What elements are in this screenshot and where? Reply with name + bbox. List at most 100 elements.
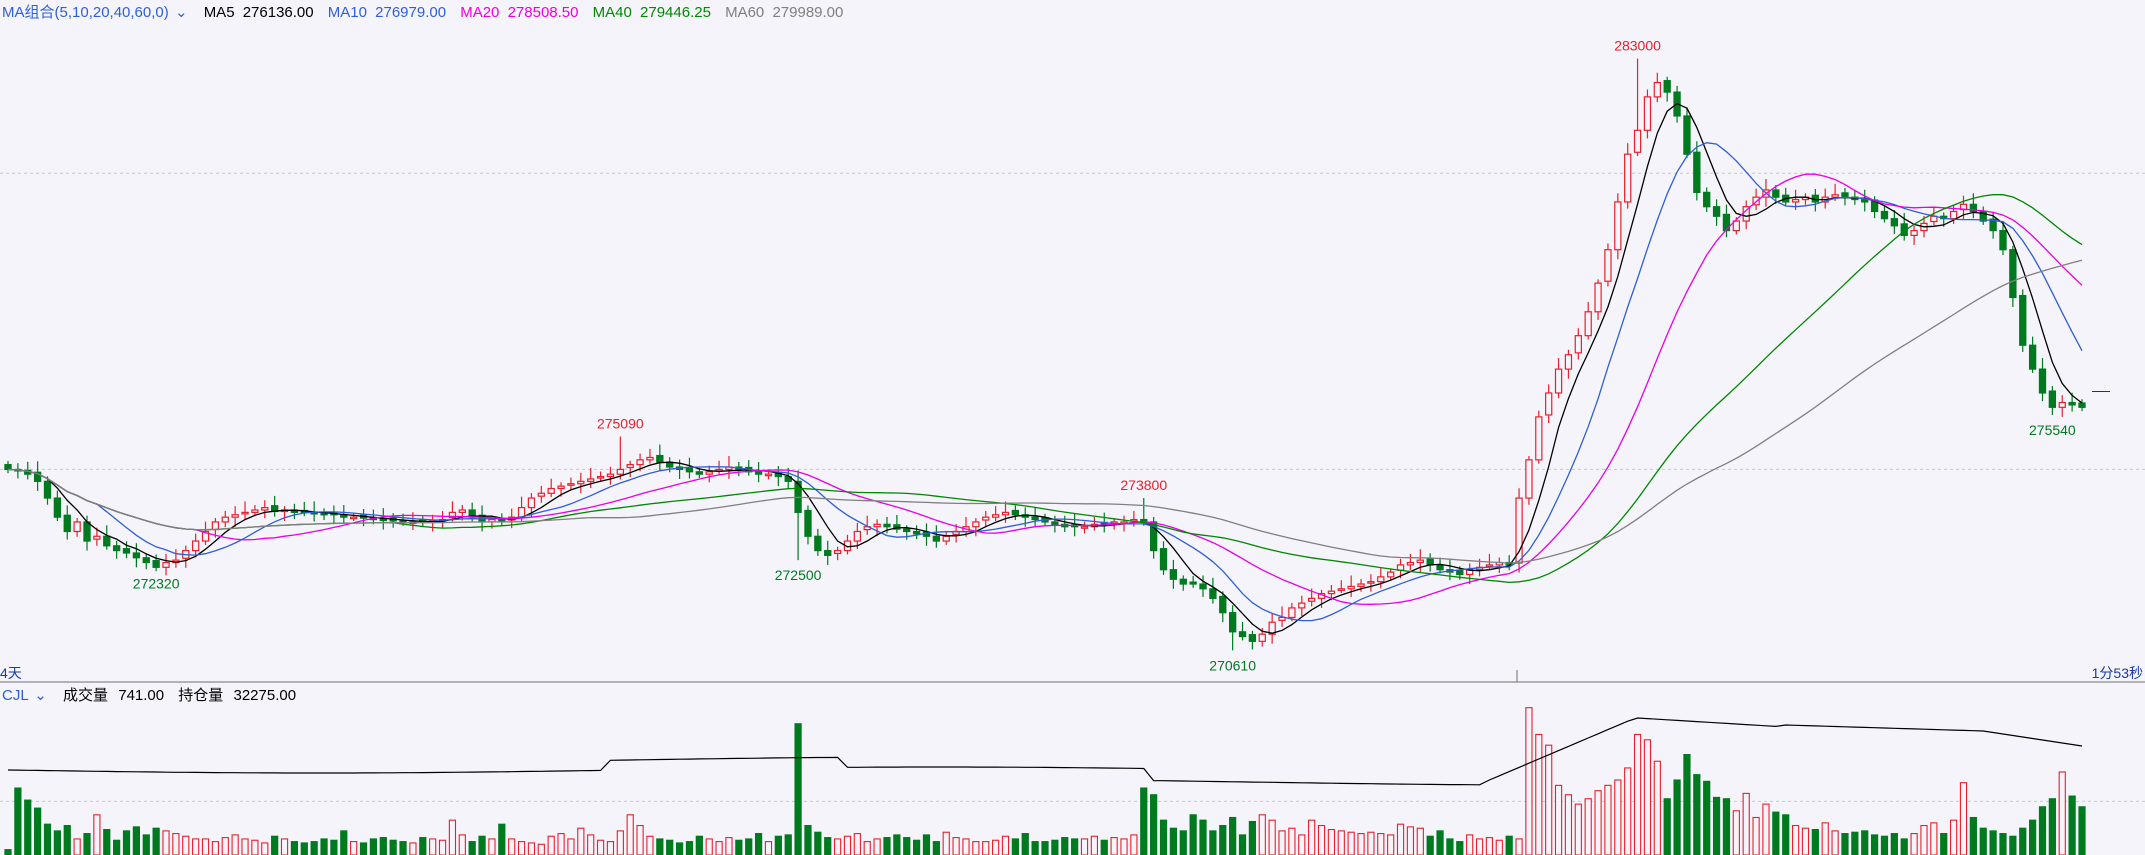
volume-bar-down <box>735 839 743 855</box>
candle-down <box>1209 588 1217 599</box>
volume-bar-up <box>843 835 852 855</box>
candle-down <box>1219 595 1227 614</box>
volume-bar-down <box>468 841 476 855</box>
candle-down <box>824 549 832 556</box>
volume-bar-down <box>1436 830 1444 855</box>
candle-down <box>43 480 52 499</box>
volume-bar-down <box>34 807 42 855</box>
candle-up <box>1554 368 1563 394</box>
volume-bar-up <box>1614 779 1622 855</box>
volume-bar-up <box>1545 744 1553 855</box>
volume-bar-down <box>754 833 763 855</box>
candle-up <box>1564 354 1573 370</box>
candle-up <box>1545 392 1553 416</box>
volume-bar-up <box>1653 760 1661 855</box>
volume-bar-up <box>1633 733 1642 855</box>
chevron-down-icon[interactable]: ⌄ <box>34 687 47 704</box>
volume-bar-up <box>1327 829 1336 855</box>
volume-bar-up <box>596 839 605 855</box>
candle-down <box>1880 210 1889 220</box>
annotation-high: 283000 <box>1614 38 1661 54</box>
candle-up <box>73 521 81 533</box>
candle-down <box>883 523 891 528</box>
volume-bar-up <box>1949 819 1958 855</box>
candle-up <box>1910 229 1918 236</box>
volume-bar-down <box>24 799 32 855</box>
volume-bar-down <box>932 841 940 855</box>
candle-down <box>1199 583 1207 590</box>
volume-bar-down <box>4 849 12 855</box>
candle-up <box>1406 561 1415 566</box>
annotation-high: 273800 <box>1120 477 1167 493</box>
candle-up <box>251 509 259 513</box>
candle-up <box>833 549 842 555</box>
candle-down <box>1861 198 1869 203</box>
ma-selector-label[interactable]: MA组合(5,10,20,40,60,0) <box>2 4 169 21</box>
candle-down <box>1772 189 1780 198</box>
volume-bar-down <box>1159 819 1168 855</box>
volume-bar-up <box>1130 834 1138 855</box>
volume-bar-up <box>557 833 565 855</box>
ma60-label: MA60 <box>725 4 764 21</box>
volume-bar-down <box>1722 798 1731 855</box>
volume-bar-up <box>1278 830 1286 855</box>
volume-bar-down <box>53 830 61 855</box>
volume-bar-up <box>1495 839 1503 855</box>
candle-down <box>695 471 703 475</box>
cjl-indicator-label[interactable]: CJL <box>2 687 28 704</box>
volume-bar-down <box>794 723 802 855</box>
candle-down <box>2019 294 2027 346</box>
volume-bar-down <box>912 839 921 855</box>
candle-down <box>83 521 91 542</box>
candle-up <box>1337 588 1345 591</box>
volume-bar-up <box>1791 824 1800 855</box>
ma10-label: MA10 <box>328 4 367 21</box>
candle-down <box>122 548 131 554</box>
candle-down <box>1248 634 1257 642</box>
volume-bar-down <box>1999 833 2007 855</box>
volume-bar-up <box>764 841 773 855</box>
candle-down <box>1051 521 1059 525</box>
volume-bar-down <box>1189 814 1197 855</box>
ma60-value: 279989.00 <box>772 4 843 21</box>
candle-up <box>458 509 466 513</box>
candle-up <box>705 471 713 475</box>
candle-up <box>1594 282 1602 313</box>
chevron-down-icon[interactable]: ⌄ <box>175 4 188 21</box>
volume-bar-down <box>122 830 131 855</box>
volume-bar-down <box>1693 774 1701 855</box>
volume-bar-up <box>241 838 249 855</box>
candle-down <box>2038 368 2047 394</box>
candle-down <box>1228 612 1237 633</box>
volume-bar-up <box>1643 739 1652 855</box>
volume-bar-up <box>863 841 871 855</box>
ma10-value: 276979.00 <box>375 4 446 21</box>
volume-bar-up <box>517 841 526 855</box>
volume-bar-up <box>429 838 437 855</box>
candle-down <box>1890 218 1899 227</box>
volume-bar-down <box>300 842 308 855</box>
candle-up <box>1327 590 1336 595</box>
volume-bar-down <box>1940 833 1948 855</box>
volume-bar-up <box>1337 830 1345 855</box>
candle-up <box>1298 602 1306 609</box>
volume-bar-down <box>1061 837 1069 855</box>
volume-bar-down <box>1673 779 1681 855</box>
volume-bar-up <box>1574 803 1582 855</box>
candle-up <box>1574 335 1582 354</box>
volume-bar-up <box>873 838 881 855</box>
volume-bar-down <box>379 837 387 855</box>
annotation-low: 275540 <box>2029 422 2076 438</box>
volume-bar-up <box>537 843 545 855</box>
volume-bar-up <box>1258 814 1266 855</box>
volume-bar-up <box>636 824 644 855</box>
volume-bar-down <box>1712 796 1721 855</box>
volume-bar-down <box>1051 839 1059 855</box>
volume-bar-down <box>1199 819 1207 855</box>
candle-up <box>350 516 358 520</box>
candle-down <box>4 464 12 471</box>
volume-bar-up <box>1268 819 1276 855</box>
volume-bar-down <box>1890 833 1898 855</box>
volume-bar-up <box>952 837 960 855</box>
candle-up <box>1485 564 1494 568</box>
